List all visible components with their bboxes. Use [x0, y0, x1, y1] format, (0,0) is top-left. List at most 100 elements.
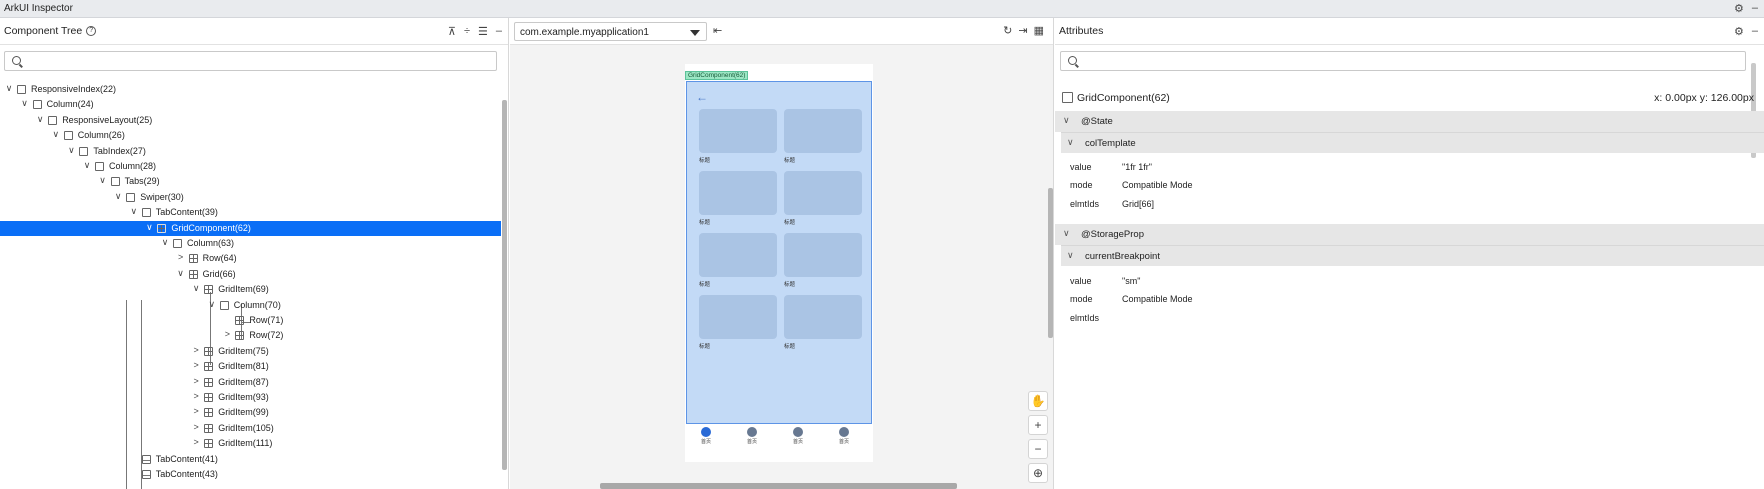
chevron-down-icon[interactable]: ∨ [20, 98, 30, 109]
grid-item-tile[interactable] [699, 295, 777, 339]
chevron-right-icon[interactable]: > [176, 252, 186, 262]
chevron-right-icon[interactable]: > [191, 391, 201, 401]
tree-node[interactable]: ∨ Column(24) [0, 97, 501, 112]
preview-tab[interactable]: 首页 [696, 427, 716, 445]
tree-node[interactable]: > GridItem(93) [0, 390, 501, 405]
tree-node[interactable]: > GridItem(105) [0, 421, 501, 436]
chevron-right-icon[interactable]: > [191, 422, 201, 432]
layout-icon[interactable]: ▦ [1034, 24, 1044, 37]
chevron-down-icon[interactable]: ∨ [191, 283, 201, 294]
component-tree-header: Component Tree ? ⊼ ÷ ☰ – [0, 18, 508, 45]
settings-icon[interactable]: ⚙ [1734, 25, 1744, 38]
back-arrow-icon[interactable]: ← [696, 90, 708, 104]
minimize-panel-icon[interactable]: – [496, 25, 502, 38]
chevron-down-icon[interactable]: ∨ [176, 268, 186, 279]
zoom-out-button[interactable]: − [1028, 439, 1048, 459]
help-icon[interactable]: ? [86, 26, 97, 36]
tree-node[interactable]: > GridItem(75) [0, 344, 501, 359]
chevron-right-icon[interactable]: > [222, 329, 232, 339]
tree-node[interactable]: ∨ Column(28) [0, 159, 501, 174]
tree-search-input[interactable] [27, 54, 492, 68]
attributes-search-input[interactable] [1083, 54, 1741, 68]
tree-node[interactable]: ∨ TabIndex(27) [0, 144, 501, 159]
tree-node[interactable]: > GridItem(81) [0, 359, 501, 374]
chevron-down-icon[interactable]: ∨ [35, 114, 45, 125]
tree-node[interactable]: > GridItem(99) [0, 405, 501, 420]
tree-node[interactable]: ∨ TabContent(39) [0, 205, 501, 220]
chevron-down-icon[interactable]: ∨ [51, 129, 61, 140]
tree-node[interactable]: ∨ Grid(66) [0, 267, 501, 282]
component-node-icon [17, 85, 26, 94]
tree-node[interactable]: ∨ ResponsiveIndex(22) [0, 82, 501, 97]
tree-node[interactable]: ∨ Column(63) [0, 236, 501, 251]
preview-tab[interactable]: 首页 [742, 427, 762, 445]
tree-node[interactable]: > Row(64) [0, 251, 501, 266]
chevron-right-icon[interactable]: > [191, 345, 201, 355]
tree-search-box[interactable] [4, 51, 497, 71]
property-row: value "1fr 1fr" [1070, 162, 1152, 172]
detach-icon[interactable]: ⇤ [713, 24, 722, 37]
component-node-icon [219, 300, 229, 310]
chevron-down-icon[interactable]: ∨ [113, 191, 123, 202]
grid-item-tile[interactable] [699, 233, 777, 277]
hand-tool-button[interactable]: ✋ [1028, 391, 1048, 411]
state-section-header[interactable]: ∨ @State [1055, 111, 1764, 132]
chevron-right-icon[interactable]: > [191, 376, 201, 386]
tree-node[interactable]: ∨ ResponsiveLayout(25) [0, 113, 501, 128]
list-icon[interactable]: ☰ [478, 25, 488, 38]
storageprop-section-header[interactable]: ∨ @StorageProp [1055, 224, 1764, 245]
collapse-all-icon[interactable]: ⊼ [448, 25, 456, 38]
export-icon[interactable]: ⇥ [1018, 24, 1027, 37]
grid-item-tile[interactable] [699, 109, 777, 153]
state-variable-header[interactable]: ∨ colTemplate [1061, 132, 1764, 153]
tree-node[interactable]: TabContent(41) [0, 452, 501, 467]
minimize-panel-icon[interactable]: – [1752, 25, 1758, 38]
grid-item-tile[interactable] [699, 171, 777, 215]
zoom-in-button[interactable]: + [1028, 415, 1048, 435]
storageprop-variable-header[interactable]: ∨ currentBreakpoint [1061, 245, 1764, 266]
chevron-down-icon: ∨ [1063, 115, 1070, 125]
expand-all-icon[interactable]: ÷ [464, 25, 470, 38]
settings-icon[interactable]: ⚙ [1734, 2, 1744, 15]
tree-node[interactable]: > Row(72) [0, 328, 501, 343]
refresh-icon[interactable]: ↻ [1003, 24, 1012, 37]
chevron-right-icon[interactable]: > [191, 406, 201, 416]
chevron-down-icon[interactable]: ∨ [160, 237, 170, 248]
attributes-search-box[interactable] [1060, 51, 1746, 71]
chevron-down-icon[interactable]: ∨ [4, 83, 14, 94]
tree-node[interactable]: TabContent(43) [0, 467, 501, 482]
chevron-down-icon[interactable]: ∨ [82, 160, 92, 171]
chevron-down-icon[interactable]: ∨ [144, 222, 154, 233]
grid-item-tile[interactable] [784, 233, 862, 277]
chevron-down-icon [690, 30, 700, 36]
preview-vertical-scrollbar[interactable] [1048, 188, 1053, 338]
tree-node[interactable]: > GridItem(87) [0, 375, 501, 390]
app-selector[interactable]: com.example.myapplication1 [514, 22, 707, 41]
tree-node[interactable]: ∨ Swiper(30) [0, 190, 501, 205]
preview-horizontal-scrollbar[interactable] [600, 483, 957, 489]
tree-node[interactable]: ∨ Column(26) [0, 128, 501, 143]
tree-node[interactable]: Row(71) [0, 313, 501, 328]
chevron-right-icon[interactable]: > [191, 437, 201, 447]
grid-item-tile[interactable] [784, 171, 862, 215]
chevron-down-icon[interactable]: ∨ [66, 145, 76, 156]
chevron-right-icon[interactable]: > [191, 360, 201, 370]
tree-node-label: Column(70) [233, 299, 281, 310]
tree-node[interactable]: ∨ Tabs(29) [0, 174, 501, 189]
tree-node[interactable]: > GridItem(111) [0, 436, 501, 451]
grid-item-tile[interactable] [784, 295, 862, 339]
tree-scrollbar[interactable] [502, 100, 507, 470]
chevron-down-icon[interactable]: ∨ [207, 299, 217, 310]
grid-item-tile[interactable] [784, 109, 862, 153]
preview-tab[interactable]: 首页 [788, 427, 808, 445]
tree-node[interactable]: ∨ Column(70) [0, 298, 501, 313]
tree-node-label: TabIndex(27) [93, 145, 146, 156]
component-node-icon [204, 285, 214, 295]
chevron-down-icon[interactable]: ∨ [129, 206, 139, 217]
preview-tab[interactable]: 首页 [834, 427, 854, 445]
chevron-down-icon[interactable]: ∨ [98, 175, 108, 186]
tree-node[interactable]: ∨ GridComponent(62) [0, 220, 501, 236]
tree-node[interactable]: ∨ GridItem(69) [0, 282, 501, 297]
minimize-icon[interactable]: – [1752, 2, 1758, 15]
locate-button[interactable]: ⊕ [1028, 463, 1048, 483]
